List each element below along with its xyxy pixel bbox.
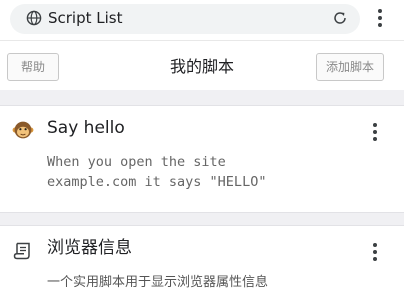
globe-icon [26,10,42,26]
reload-icon[interactable] [332,10,348,26]
more-vert-icon[interactable] [369,243,381,263]
script-title[interactable]: 浏览器信息 [47,237,132,259]
script-description-line: When you open the site [47,154,226,170]
section-divider [0,212,404,226]
script-title[interactable]: Say hello [47,117,125,139]
more-vert-icon[interactable] [374,9,386,27]
add-script-button[interactable]: 添加脚本 [316,53,384,81]
more-vert-icon[interactable] [369,123,381,143]
script-description-line: example.com it says "HELLO" [47,174,267,190]
script-card-browser-info[interactable]: 浏览器信息 一个实用脚本用于显示浏览器属性信息 [0,227,404,308]
page-header: 帮助 我的脚本 添加脚本 [0,40,404,90]
scroll-document-icon [13,242,30,260]
script-description: 一个实用脚本用于显示浏览器属性信息 [47,275,269,290]
section-divider [0,90,404,106]
browser-toolbar: Script List [0,0,404,40]
address-text[interactable]: Script List [48,8,123,28]
monkey-icon [12,121,34,139]
script-card-say-hello[interactable]: Say hello When you open the site example… [0,107,404,212]
